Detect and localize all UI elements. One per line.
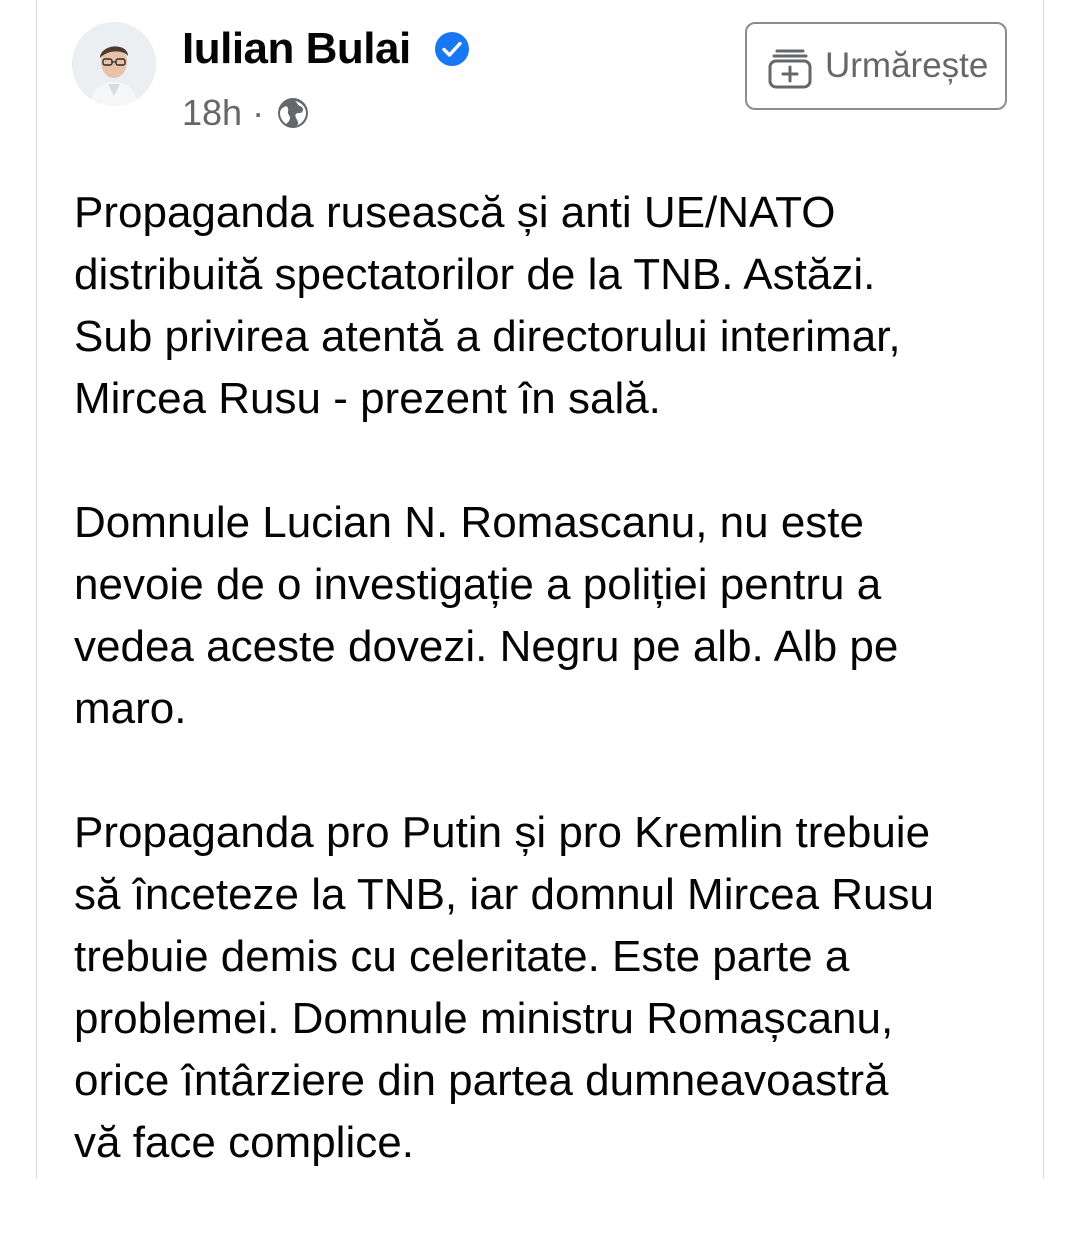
post-meta: 18h · [182,92,310,134]
post-body: Propaganda rusească și anti UE/NATO dist… [74,182,1014,1236]
card-left-border [36,0,37,1179]
avatar-photo-icon [72,22,156,106]
post-paragraph: Propaganda rusească și anti UE/NATO dist… [74,188,901,423]
follow-button[interactable]: Urmărește [745,22,1007,110]
card-right-border [1043,0,1044,1179]
follow-button-label: Urmărește [825,46,989,85]
verified-badge-icon [435,32,469,66]
globe-icon[interactable] [276,96,310,130]
post-card: Iulian Bulai 18h · Urmărește Propaganda … [0,0,1080,1179]
author-name[interactable]: Iulian Bulai [182,24,411,74]
follow-add-icon [768,49,812,89]
meta-separator: · [252,92,265,133]
author-avatar[interactable] [72,22,156,106]
post-paragraph: Domnule Lucian N. Romascanu, nu este nev… [74,498,899,733]
post-timestamp[interactable]: 18h [182,92,242,134]
post-paragraph: Propaganda pro Putin și pro Kremlin treb… [74,808,934,1167]
